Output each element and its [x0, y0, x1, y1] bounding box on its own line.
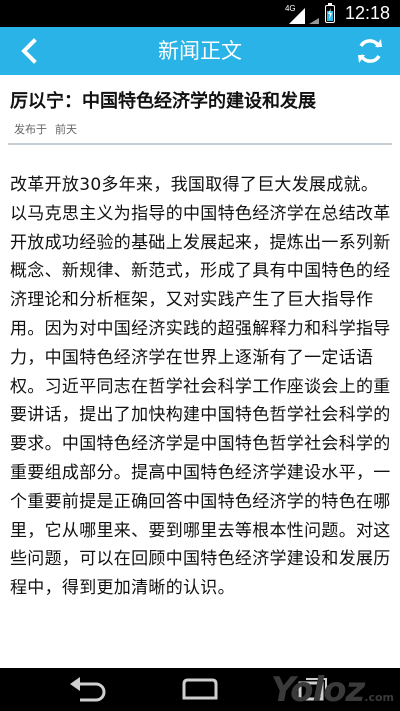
meta-label: 发布于 — [14, 123, 47, 136]
signal-icon: 4G — [285, 4, 319, 24]
status-bar: 4G 12:18 — [0, 0, 400, 27]
watermark-logo: Yoloz.com — [270, 670, 394, 710]
article-body: 改革开放30多年来，我国取得了巨大发展成就。以马克思主义为指导的中国特色经济学在… — [10, 175, 391, 599]
page-title: 新闻正文 — [158, 39, 242, 63]
article[interactable]: 厉以宁：中国特色经济学的建设和发展 发布于 前天 改革开放30多年来，我国取得了巨… — [0, 75, 400, 668]
home-icon — [182, 678, 218, 700]
back-icon — [70, 677, 106, 702]
status-icons: 4G 12:18 — [285, 0, 390, 27]
divider — [8, 143, 392, 145]
article-headline: 厉以宁：中国特色经济学的建设和发展 — [10, 91, 316, 112]
app-bar: 新闻正文 — [0, 27, 400, 75]
navigation-bar: Yoloz.com — [0, 668, 400, 711]
nav-home-button[interactable] — [178, 674, 222, 704]
refresh-icon — [358, 39, 382, 63]
article-meta: 发布于 前天 — [14, 121, 77, 137]
battery-icon — [324, 2, 335, 23]
status-time: 12:18 — [344, 3, 390, 23]
network-type: 4G — [284, 3, 296, 13]
nav-back-button[interactable] — [66, 674, 110, 704]
refresh-button[interactable] — [354, 35, 386, 67]
meta-date: 前天 — [55, 123, 77, 136]
